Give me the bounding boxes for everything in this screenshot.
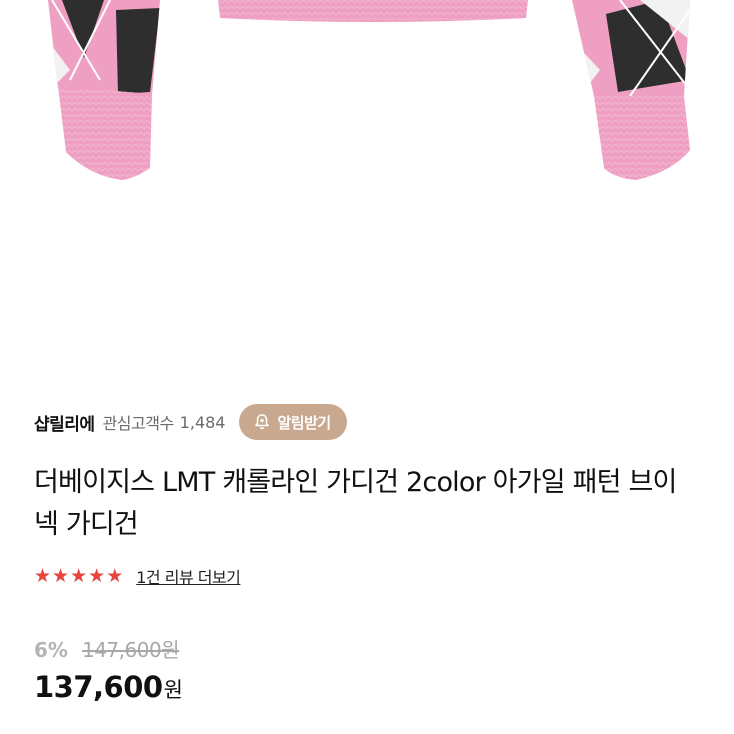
discount-row: 6% 147,600원 [34, 634, 180, 663]
notify-label: 알림받기 [277, 413, 331, 432]
notify-button[interactable]: 알림받기 [239, 404, 347, 440]
star-icon: ★ [34, 564, 52, 587]
current-price: 137,600 [34, 670, 163, 704]
follower-count: 1,484 [179, 412, 226, 432]
star-icon: ★ [70, 564, 88, 587]
price-row: 137,600 원 [34, 670, 183, 704]
follower-label: 관심고객수 [102, 414, 175, 433]
star-icon: ★ [52, 564, 70, 587]
currency-unit: 원 [163, 678, 183, 702]
product-image[interactable] [0, 0, 734, 380]
rating-stars: ★ ★ ★ ★ ★ [34, 564, 124, 587]
bell-plus-icon [255, 414, 270, 430]
star-icon: ★ [88, 564, 106, 587]
product-title: 더베이지스 LMT 캐롤라인 가디건 2color 아가일 패턴 브이넥 가디건 [34, 467, 677, 540]
discount-rate: 6% [34, 638, 68, 662]
original-price: 147,600원 [81, 638, 180, 662]
star-icon: ★ [106, 564, 124, 587]
rating-row: ★ ★ ★ ★ ★ 1건 리뷰 더보기 [34, 562, 241, 590]
shop-info-row: 샵릴리에 관심고객수 1,484 알림받기 [34, 404, 347, 440]
shop-name[interactable]: 샵릴리에 [34, 410, 95, 435]
review-link[interactable]: 1건 리뷰 더보기 [136, 564, 241, 588]
